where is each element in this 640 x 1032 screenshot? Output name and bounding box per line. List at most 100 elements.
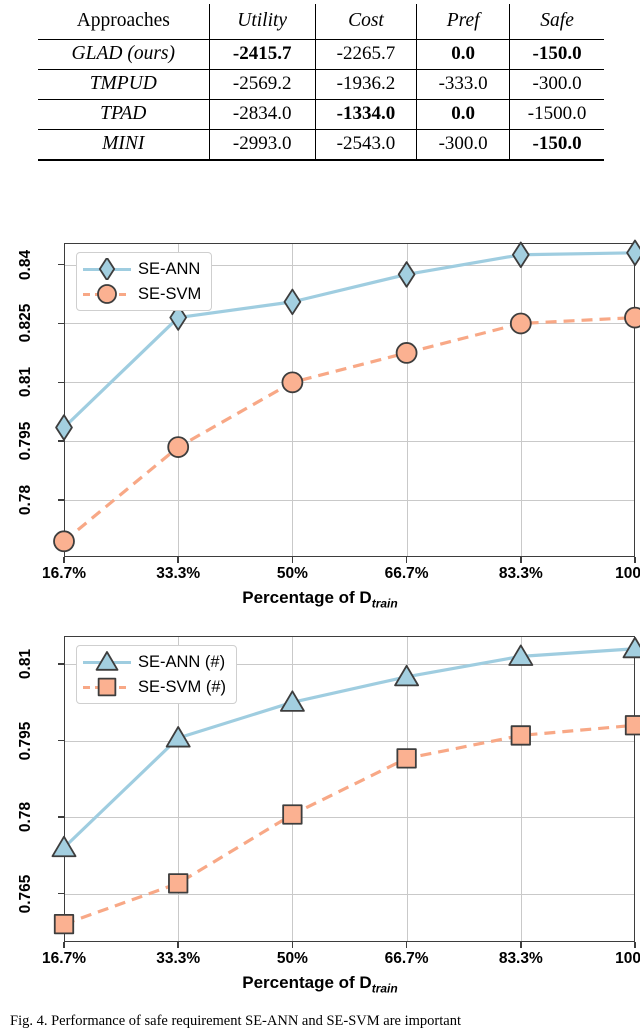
- x-tick-mark: [520, 557, 522, 563]
- cell-cost: -1334.0: [314, 99, 417, 130]
- legend-item[interactable]: SE-SVM: [83, 283, 201, 305]
- legend-label: SE-SVM (#): [138, 677, 227, 696]
- legend-item[interactable]: SE-ANN (#): [83, 651, 226, 673]
- x-tick-mark: [291, 557, 294, 563]
- cell-pref: 0.0: [416, 39, 510, 70]
- col-header-utility: Utility: [208, 4, 316, 40]
- x-tick-label: 33.3%: [156, 565, 201, 582]
- y-tick-mark: [58, 440, 64, 442]
- y-tick-label: 0.81: [17, 367, 34, 398]
- x-tick-mark: [634, 557, 636, 563]
- y-tick-label: 0.795: [17, 721, 34, 760]
- cell-pref: -300.0: [416, 129, 510, 159]
- x-tick-label: 33.3%: [156, 950, 201, 967]
- col-header-cost: Cost: [314, 4, 417, 40]
- x-tick-label: 50%: [276, 565, 308, 582]
- cell-approach: MINI: [38, 129, 210, 159]
- gridline-vertical: [178, 244, 180, 556]
- x-tick-label: 66.7%: [384, 950, 429, 967]
- x-tick-mark: [177, 557, 179, 563]
- gridline-vertical: [292, 637, 294, 941]
- y-tick-label: 0.825: [17, 304, 34, 343]
- table-row: MINI -2993.0 -2543.0 -300.0 -150.0: [38, 129, 604, 159]
- results-table-container: Approaches Utility Cost Pref Safe GLAD (…: [38, 4, 604, 161]
- x-tick-label: 83.3%: [498, 950, 543, 967]
- cell-utility: -2993.0: [208, 129, 316, 159]
- x-tick-mark: [63, 942, 65, 948]
- cell-pref: 0.0: [416, 99, 510, 130]
- legend-marker-triangle-icon: [83, 651, 131, 673]
- cell-cost: -2265.7: [314, 39, 417, 70]
- y-tick-label: 0.78: [17, 485, 34, 516]
- y-tick-mark: [58, 892, 64, 895]
- x-tick-mark: [291, 942, 294, 948]
- x-tick-mark: [405, 557, 408, 563]
- x-axis-label-chart-bottom: Percentage of Dtrain: [242, 973, 398, 996]
- gridline-horizontal: [65, 817, 634, 819]
- figure-caption: Fig. 4. Performance of safe requirement …: [10, 1012, 630, 1032]
- y-tick-mark: [58, 322, 64, 325]
- legend-marker-circle-icon: [83, 283, 131, 305]
- y-tick-label: 0.795: [17, 421, 34, 461]
- gridline-horizontal: [65, 323, 634, 325]
- plot-area-chart-bottom: [64, 636, 635, 942]
- y-tick-label: 0.84: [17, 249, 34, 280]
- table-header: Approaches Utility Cost Pref Safe: [38, 4, 604, 40]
- x-tick-mark: [520, 942, 522, 948]
- gridline-vertical: [178, 637, 180, 941]
- legend-label: SE-ANN: [138, 259, 201, 278]
- cell-safe: -150.0: [509, 129, 604, 159]
- gridline-horizontal: [65, 664, 634, 666]
- cell-pref: -333.0: [416, 69, 510, 100]
- cell-safe: -1500.0: [509, 99, 604, 130]
- cell-utility: -2569.2: [208, 69, 316, 100]
- x-tick-label: 66.7%: [384, 565, 429, 582]
- x-tick-mark: [634, 942, 636, 948]
- cell-approach: GLAD (ours): [38, 39, 210, 70]
- table-body: GLAD (ours) -2415.7 -2265.7 0.0 -150.0 T…: [38, 39, 604, 159]
- x-tick-label: 16.7%: [42, 565, 86, 582]
- x-tick-mark: [177, 942, 179, 948]
- legend-item[interactable]: SE-SVM (#): [83, 676, 226, 698]
- cell-approach: TPAD: [38, 99, 210, 130]
- y-tick-mark: [58, 663, 64, 665]
- legend-chart-top: SE-ANN SE-SVM: [76, 252, 213, 311]
- gridline-vertical: [406, 637, 408, 941]
- legend-label: SE-SVM: [138, 284, 202, 303]
- y-tick-label: 0.78: [17, 801, 34, 833]
- gridline-horizontal: [65, 500, 634, 502]
- legend-marker-square-icon: [83, 676, 131, 698]
- gridline-vertical: [292, 244, 294, 556]
- cell-approach: TMPUD: [38, 69, 210, 100]
- x-tick-label: 83.3%: [498, 565, 543, 582]
- cell-safe: -150.0: [509, 39, 604, 70]
- x-tick-label: 100%: [615, 565, 640, 582]
- cell-utility: -2834.0: [208, 99, 316, 130]
- gridline-horizontal: [65, 382, 634, 384]
- table-bottom-rule: [38, 159, 604, 161]
- y-tick-mark: [58, 263, 64, 266]
- y-tick-mark: [58, 381, 64, 384]
- gridline-vertical: [520, 244, 522, 556]
- y-tick-mark: [58, 739, 64, 742]
- x-tick-mark: [405, 942, 408, 948]
- legend-item[interactable]: SE-ANN: [83, 258, 201, 280]
- table-row: TPAD -2834.0 -1334.0 0.0 -1500.0: [38, 99, 604, 130]
- gridline-horizontal: [65, 264, 634, 266]
- col-header-approaches: Approaches: [76, 10, 170, 31]
- table-row: GLAD (ours) -2415.7 -2265.7 0.0 -150.0: [38, 39, 604, 70]
- cell-safe: -300.0: [509, 69, 604, 100]
- results-table: Approaches Utility Cost Pref Safe GLAD (…: [38, 4, 604, 159]
- y-tick-label: 0.81: [17, 648, 34, 680]
- table-row: TMPUD -2569.2 -1936.2 -333.0 -300.0: [38, 69, 604, 100]
- cell-utility: -2415.7: [208, 39, 316, 70]
- x-tick-label: 16.7%: [42, 950, 86, 967]
- y-tick-mark: [58, 499, 64, 501]
- gridline-horizontal: [65, 441, 634, 443]
- table-header-row: Approaches Utility Cost Pref Safe: [38, 4, 604, 40]
- col-header-pref: Pref: [416, 4, 510, 40]
- legend-chart-bottom: SE-ANN (#) SE-SVM (#): [76, 645, 238, 704]
- y-tick-label: 0.765: [17, 874, 34, 913]
- gridline-vertical: [520, 637, 522, 941]
- gridline-vertical: [406, 244, 408, 556]
